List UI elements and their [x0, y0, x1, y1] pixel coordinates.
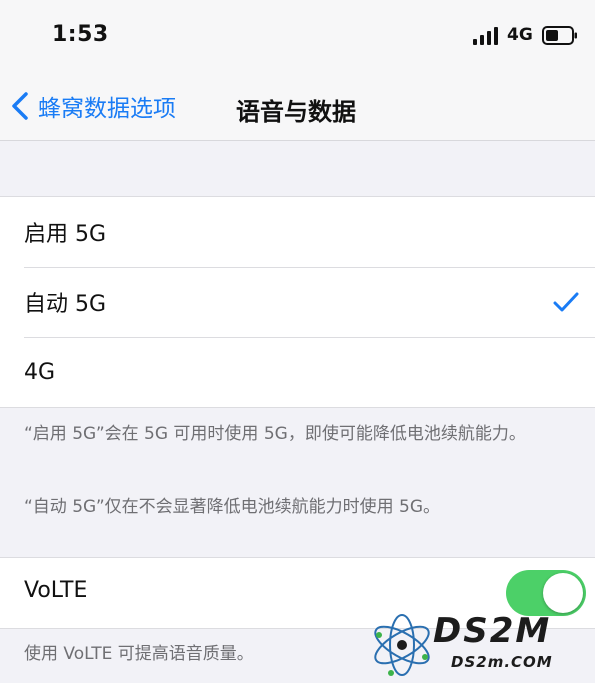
footer-note-auto-5g: “自动 5G”仅在不会显著降低电池续航能力时使用 5G。 [24, 497, 441, 517]
atom-logo-icon [374, 614, 430, 676]
checkmark-icon [553, 292, 579, 312]
watermark-logo-text: DS2M [433, 611, 552, 651]
watermark: DS2M DS2m.COM [365, 605, 595, 683]
volte-label: VoLTE [24, 578, 88, 603]
signal-icon [473, 27, 498, 45]
network-options-group: 启用 5G 自动 5G 4G [0, 196, 595, 408]
option-label: 4G [24, 359, 56, 385]
navigation-bar: 蜂窝数据选项 语音与数据 [0, 72, 595, 141]
option-label: 自动 5G [24, 292, 107, 317]
back-button-label: 蜂窝数据选项 [38, 96, 176, 122]
status-bar: 1:53 4G [0, 0, 595, 72]
status-time: 1:53 [52, 22, 109, 47]
network-type: 4G [507, 25, 533, 45]
option-enable-5g[interactable]: 启用 5G [0, 197, 595, 267]
page-title: 语音与数据 [236, 98, 356, 126]
chevron-left-icon [12, 92, 28, 120]
footer-note-enable-5g: “启用 5G”会在 5G 可用时使用 5G，即使可能降低电池续航能力。 [24, 424, 526, 444]
watermark-domain: DS2m.COM [451, 653, 553, 671]
option-label: 启用 5G [24, 222, 107, 247]
back-button[interactable]: 蜂窝数据选项 [10, 88, 176, 124]
option-auto-5g[interactable]: 自动 5G [0, 267, 595, 337]
battery-icon [542, 26, 577, 45]
option-4g[interactable]: 4G [0, 337, 595, 407]
